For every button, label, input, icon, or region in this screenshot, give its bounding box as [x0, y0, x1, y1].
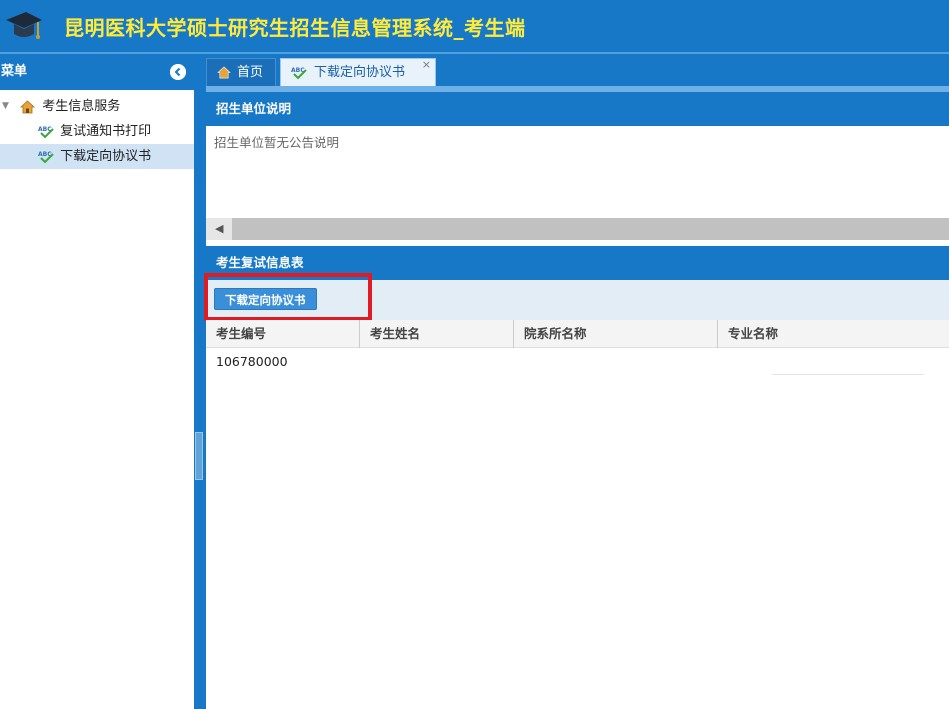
house-icon	[217, 66, 231, 79]
table-row[interactable]: 106780000	[206, 348, 949, 376]
horizontal-scrollbar[interactable]: ◀	[206, 218, 949, 240]
tab-label: 下载定向协议书	[314, 65, 406, 80]
scroll-left-button[interactable]: ◀	[206, 218, 232, 240]
panel-splitter[interactable]	[194, 54, 206, 709]
chevron-left-icon	[170, 64, 186, 80]
expand-arrow-icon[interactable]: ▼	[2, 94, 16, 119]
close-tab-icon[interactable]: ×	[422, 51, 431, 79]
house-icon	[20, 94, 38, 119]
notice-panel-title: 招生单位说明	[206, 92, 949, 126]
main-content: 招生单位说明 招生单位暂无公告说明 ◀ 考生复试信息表 下载定向协议书 考生编号…	[204, 92, 949, 709]
graduation-cap-icon	[4, 6, 44, 46]
abc-check-icon: ABC	[291, 67, 307, 79]
column-header-major[interactable]: 专业名称	[718, 320, 949, 348]
cell-major	[718, 348, 949, 376]
tree-node-exam-info-service[interactable]: ▼ 考生信息服务	[0, 94, 194, 119]
tab-home[interactable]: 首页	[206, 58, 276, 86]
tree-node-download-agreement[interactable]: ABC 下载定向协议书	[0, 144, 194, 169]
tab-label: 首页	[237, 65, 264, 80]
tree-node-label: 考生信息服务	[42, 99, 121, 114]
abc-check-icon: ABC	[38, 119, 56, 144]
menu-tree: ▼ 考生信息服务 ABC 复试通知书打印 ABC 下载定向协议书	[0, 90, 194, 169]
sidebar: 菜单 ▼ 考生信息服务 ABC 复试通知书打印 ABC 下载定向协议书	[0, 54, 194, 709]
grid-header: 考生编号 考生姓名 院系所名称 专业名称	[206, 320, 949, 348]
row-divider	[772, 374, 924, 375]
tab-download-agreement[interactable]: ABC 下载定向协议书 ×	[280, 58, 436, 86]
notice-text: 招生单位暂无公告说明	[214, 135, 340, 150]
highlight-annotation-box	[204, 273, 372, 321]
collapse-sidebar-button[interactable]	[170, 64, 186, 80]
sidebar-header: 菜单	[0, 54, 194, 90]
column-header-name[interactable]: 考生姓名	[360, 320, 514, 348]
scrollbar-thumb[interactable]	[232, 218, 949, 240]
caret-left-icon: ◀	[215, 222, 224, 235]
splitter-handle[interactable]	[195, 432, 203, 480]
cell-name	[360, 348, 514, 376]
tree-node-label: 下载定向协议书	[60, 149, 152, 164]
tab-bar: 首页 ABC 下载定向协议书 ×	[206, 54, 949, 86]
column-header-department[interactable]: 院系所名称	[514, 320, 718, 348]
column-header-exam-id[interactable]: 考生编号	[206, 320, 360, 348]
app-header: 昆明医科大学硕士研究生招生信息管理系统_考生端	[0, 0, 949, 52]
sidebar-title: 菜单	[1, 64, 28, 79]
tree-node-retest-notice-print[interactable]: ABC 复试通知书打印	[0, 119, 194, 144]
tree-node-label: 复试通知书打印	[60, 124, 152, 139]
cell-department	[514, 348, 718, 376]
app-title: 昆明医科大学硕士研究生招生信息管理系统_考生端	[64, 16, 526, 40]
abc-check-icon: ABC	[38, 144, 56, 169]
cell-exam-id: 106780000	[216, 354, 288, 369]
grid-toolbar: 下载定向协议书	[204, 273, 949, 321]
